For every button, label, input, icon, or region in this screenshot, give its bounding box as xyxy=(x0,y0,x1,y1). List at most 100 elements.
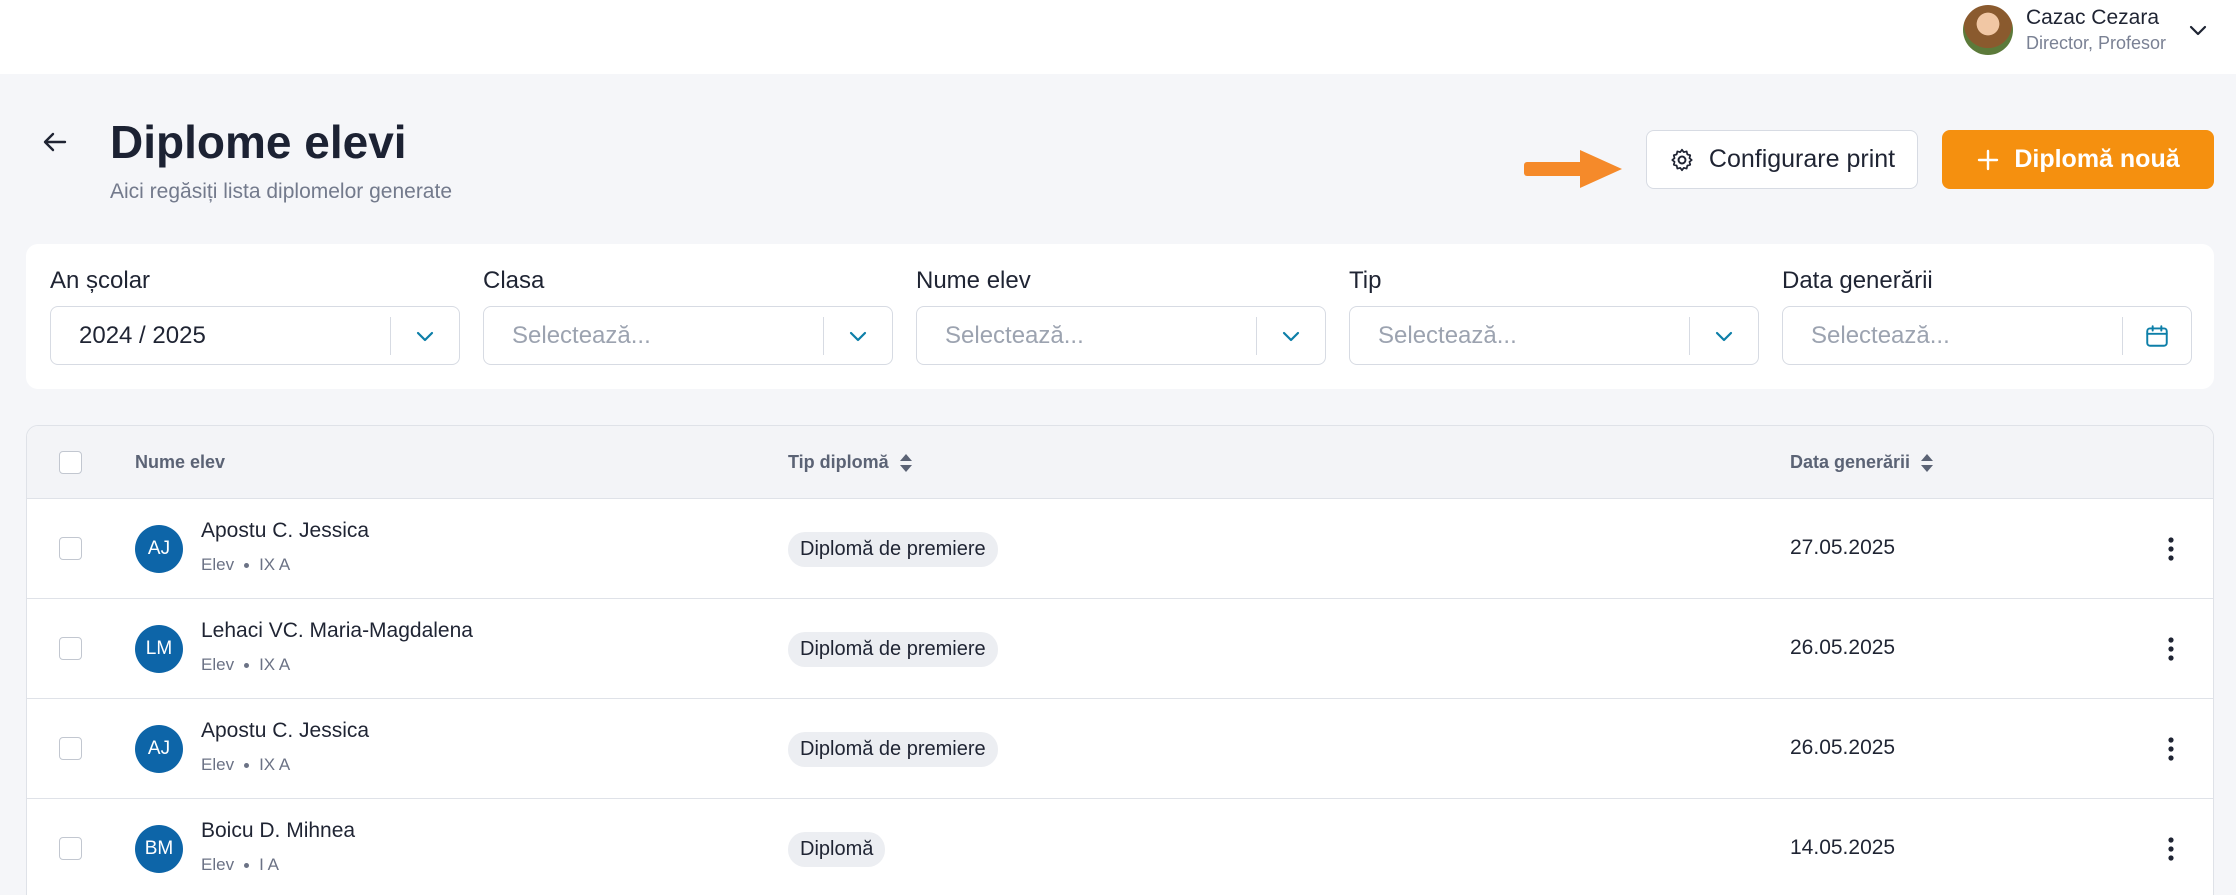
diploma-type-badge: Diplomă de premiere xyxy=(788,532,998,567)
row-checkbox[interactable] xyxy=(59,737,82,760)
student-meta: Elev IX A xyxy=(201,755,290,775)
column-header-date[interactable]: Data generării xyxy=(1790,426,1934,499)
print-config-label: Configurare print xyxy=(1708,145,1896,173)
page-subtitle: Aici regăsiți lista diplomelor generate xyxy=(110,180,452,203)
filter-4: Data generării Selectează... xyxy=(1782,266,2192,365)
filter-indicator[interactable] xyxy=(1690,329,1758,343)
filter-label: Tip xyxy=(1349,267,1382,294)
table-row[interactable]: BM Boicu D. Mihnea Elev I A Diplomă 14.05.202… xyxy=(27,799,2213,895)
separator-dot xyxy=(244,762,250,768)
filter-label: An școlar xyxy=(50,267,151,294)
gear-icon xyxy=(1671,148,1693,171)
more-vertical-icon xyxy=(2168,837,2174,861)
student-name: Boicu D. Mihnea xyxy=(201,819,356,842)
more-vertical-icon xyxy=(2168,537,2174,561)
row-actions-button[interactable] xyxy=(2151,527,2191,571)
plus-icon xyxy=(1978,149,1999,170)
generation-date: 27.05.2025 xyxy=(1790,536,1896,559)
filter-value: Selectează... xyxy=(512,321,651,349)
avatar: AJ xyxy=(135,725,183,773)
separator-dot xyxy=(244,662,250,668)
filter-label: Clasa xyxy=(483,267,545,294)
more-vertical-icon xyxy=(2168,737,2174,761)
user-menu[interactable]: Cazac Cezara Director, Profesor xyxy=(1962,3,2208,57)
filter-value: 2024 / 2025 xyxy=(79,321,206,349)
filter-2: Nume elev Selectează... xyxy=(916,266,1326,365)
filter-indicator[interactable] xyxy=(391,329,459,343)
chevron-down-icon xyxy=(1282,331,1300,341)
row-actions-button[interactable] xyxy=(2151,727,2191,771)
student-role: Elev xyxy=(201,855,235,874)
sort-icon xyxy=(1921,453,1934,472)
column-header-name: Nume elev xyxy=(135,452,226,472)
student-class: IX A xyxy=(259,655,291,674)
student-role: Elev xyxy=(201,755,235,774)
student-meta: Elev IX A xyxy=(201,555,290,575)
print-config-button[interactable]: Configurare print xyxy=(1646,130,1918,189)
row-checkbox[interactable] xyxy=(59,637,82,660)
row-actions-button[interactable] xyxy=(2151,827,2191,871)
chevron-down-icon xyxy=(416,331,434,341)
table-body: AJ Apostu C. Jessica Elev IX A Diplomă de pr… xyxy=(27,499,2213,895)
filter-select[interactable]: Selectează... xyxy=(483,306,893,365)
avatar xyxy=(1962,5,2013,55)
filter-0: An școlar 2024 / 2025 xyxy=(50,266,460,365)
column-header-type[interactable]: Tip diplomă xyxy=(788,426,913,499)
student-meta: Elev I A xyxy=(201,855,279,875)
filter-indicator[interactable] xyxy=(2123,323,2191,349)
arrow-left-icon xyxy=(43,132,67,152)
student-class: I A xyxy=(259,855,279,874)
student-name: Lehaci VC. Maria-Magdalena xyxy=(201,619,473,642)
generation-date: 26.05.2025 xyxy=(1790,636,1896,659)
sort-icon xyxy=(899,453,912,472)
student-role: Elev xyxy=(201,555,235,574)
filters-panel: An școlar 2024 / 2025 Clasa Selectează... Nu… xyxy=(26,244,2214,389)
user-role: Director, Profesor xyxy=(2025,33,2166,53)
filter-3: Tip Selectează... xyxy=(1349,266,1759,365)
generation-date: 26.05.2025 xyxy=(1790,736,1896,759)
table-header: Nume elev Tip diplomă Data generării xyxy=(27,426,2213,499)
filter-label: Data generării xyxy=(1782,267,1933,294)
new-diploma-button[interactable]: Diplomă nouă xyxy=(1942,130,2214,189)
row-checkbox[interactable] xyxy=(59,837,82,860)
table-row[interactable]: AJ Apostu C. Jessica Elev IX A Diplomă de pr… xyxy=(27,699,2213,799)
diploma-type-badge: Diplomă de premiere xyxy=(788,632,998,667)
student-name: Apostu C. Jessica xyxy=(201,719,370,742)
generation-date: 14.05.2025 xyxy=(1790,836,1896,859)
filter-indicator[interactable] xyxy=(1257,329,1325,343)
filter-select[interactable]: Selectează... xyxy=(916,306,1326,365)
row-actions-button[interactable] xyxy=(2151,627,2191,671)
filter-value: Selectează... xyxy=(1378,321,1517,349)
back-button[interactable] xyxy=(40,127,70,157)
calendar-icon xyxy=(2146,324,2168,347)
table-row[interactable]: LM Lehaci VC. Maria-Magdalena Elev IX A Dipl… xyxy=(27,599,2213,699)
separator-dot xyxy=(244,562,250,568)
chevron-down-icon xyxy=(849,331,867,341)
select-all-checkbox[interactable] xyxy=(59,451,82,474)
student-class: IX A xyxy=(259,555,291,574)
filter-select[interactable]: 2024 / 2025 xyxy=(50,306,460,365)
row-checkbox[interactable] xyxy=(59,537,82,560)
student-class: IX A xyxy=(259,755,291,774)
chevron-down-icon[interactable] xyxy=(2188,23,2208,37)
filter-indicator[interactable] xyxy=(824,329,892,343)
avatar: BM xyxy=(135,825,183,873)
more-vertical-icon xyxy=(2168,637,2174,661)
table-row[interactable]: AJ Apostu C. Jessica Elev IX A Diplomă de pr… xyxy=(27,499,2213,599)
diplomas-table: Nume elev Tip diplomă Data generării AJ A… xyxy=(26,425,2214,895)
filter-select[interactable]: Selectează... xyxy=(1349,306,1759,365)
page-title: Diplome elevi xyxy=(110,116,407,168)
separator-dot xyxy=(244,862,250,868)
top-bar: Cazac Cezara Director, Profesor xyxy=(0,0,2236,74)
avatar: LM xyxy=(135,625,183,673)
avatar: AJ xyxy=(135,525,183,573)
filter-value: Selectează... xyxy=(1811,321,1950,349)
new-diploma-label: Diplomă nouă xyxy=(2014,145,2180,173)
filter-value: Selectează... xyxy=(945,321,1084,349)
annotation-arrow-icon xyxy=(1524,148,1624,195)
user-name: Cazac Cezara xyxy=(2025,6,2160,29)
filter-1: Clasa Selectează... xyxy=(483,266,893,365)
filter-select[interactable]: Selectează... xyxy=(1782,306,2192,365)
chevron-down-icon xyxy=(1715,331,1733,341)
student-role: Elev xyxy=(201,655,235,674)
